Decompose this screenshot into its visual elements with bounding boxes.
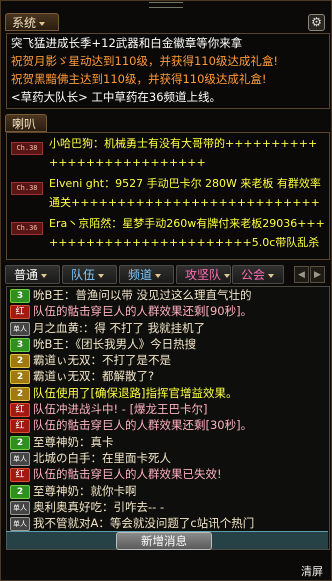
horn-message-panel: Ch.38 小哈巴狗：机械勇士有没有大哥带的+++++++++++++++++++… [6,132,330,260]
channel-badge: 单人 [10,451,30,466]
horn-message-text: Elveni ght：9527 手动巴卡尔 280W 来老板 有群效率通关+++… [49,177,321,209]
channel-badge: 红 [10,419,30,434]
horn-message: Ch.38 小哈巴狗：机械勇士有没有大哥带的+++++++++++++++++++… [7,133,329,173]
channel-badge: 红 [10,403,30,418]
channel-badge: 3 [10,289,30,303]
chat-line-text: 吮B王：《团长我男人》今日热搜 [33,336,197,351]
horn-tab[interactable]: 喇叭 [5,114,47,132]
channel-badge: Ch.36 [11,222,43,235]
chat-line: 单人 月之血黄:：得 不打了 我就挂机了 [7,320,329,336]
channel-badge: Ch.38 [11,142,43,155]
channel-badge: 单人 [10,500,30,515]
chat-line-text: 队伍使用了[确保退路]指挥官增益效果。 [33,385,238,400]
channel-badge: 2 [10,354,30,369]
new-message-button[interactable]: 新增消息 [116,532,212,550]
channel-tab[interactable]: 队伍 [62,265,117,284]
system-tab-label: 系统 [12,16,37,30]
chat-line: 3 吮B王：普渔问以带 没见过这么理直气壮的 [7,287,329,303]
chevron-down-icon [268,273,275,278]
channel-badge: 单人 [10,321,30,336]
chat-line: 3 吮B王：《团长我男人》今日热搜 [7,336,329,352]
drag-handle[interactable] [149,2,183,8]
chat-line: 单人 北城の白手：在里面卡死人 [7,450,329,466]
channel-tab-label: 频道 [128,268,153,282]
system-message-panel: 突飞猛进成长季+12武器和白金徽章等你来拿祝贺月影ゞ星动达到110级，并获得11… [6,33,330,109]
chat-window: 系统 ⚙ 突飞猛进成长季+12武器和白金徽章等你来拿祝贺月影ゞ星动达到110级，… [0,0,332,581]
channel-badge: 3 [10,337,30,352]
chevron-down-icon [98,273,105,278]
chat-line: 红队伍冲进战斗中! - [爆龙王巴卡尔] [7,401,329,418]
system-message-line: <草药大队长> 工中草药在36频道上线。 [11,90,222,104]
chat-line-text: 吮B王：普渔问以带 没见过这么理直气壮的 [33,288,252,302]
chat-line-text: 我不管就对A：等会就没问题了c站讯个热门 [33,516,255,531]
channel-badge: 2 [10,370,30,385]
gear-icon[interactable]: ⚙ [308,14,325,31]
chat-line: 单人 奥利奥真好吃：引咋去-- - [7,499,329,515]
horn-message-text: 小哈巴狗：机械勇士有没有大哥带的++++++++++++++++++++++++… [49,137,318,169]
chat-line: 单人 我不管就对A：等会就没问题了c站讯个热门 [7,515,329,532]
channel-badge: Ch.38 [11,182,43,195]
channel-badge: 2 [10,435,30,450]
channel-badge: 单人 [10,517,30,532]
chat-line-text: 至尊神奶：就你卡啊 [33,483,137,498]
chat-line: 2 至尊神奶：真卡 [7,434,329,450]
system-tab[interactable]: 系统 [5,13,59,31]
horn-message: Ch.36 Era丶京陌然：星梦手动260w有牌付来老板29036++++++++… [7,213,329,253]
system-message-line: 突飞猛进成长季+12武器和白金徽章等你来拿 [11,36,243,50]
chat-line: 红队伍的骷击穿巨人的人群效果还剩[30秒]。 [7,417,329,434]
chat-line-text: 队伍冲进战斗中! - [爆龙王巴卡尔] [33,402,208,417]
chat-line-text: 月之血黄:：得 不打了 我就挂机了 [33,320,206,335]
system-message-line: 祝贺黑黯佛主达到110级，并获得110级达成礼盒! [11,72,267,86]
horn-tab-label: 喇叭 [12,117,37,131]
channel-tab[interactable]: 普通 [5,265,60,284]
clear-screen-button[interactable]: 清屏 [301,563,323,579]
channel-badge: 红 [10,468,30,483]
chevron-down-icon [41,273,48,278]
chat-line-text: 霸道ぃ无双：都解散了? [33,369,155,384]
chat-line-text: 队伍的骷击穿巨人的人群效果已失效! [33,467,222,482]
arrow-left-icon[interactable]: ◀ [294,266,309,283]
chat-line: 2 霸道ぃ无双：都解散了? [7,368,329,385]
channel-tab[interactable]: 攻坚队 [176,265,231,284]
chat-line-text: 北城の白手：在里面卡死人 [33,450,171,465]
chat-line: 2 至尊神奶：就你卡啊 [7,483,329,499]
arrow-right-icon[interactable]: ▶ [310,266,325,283]
channel-badge: 红 [10,305,30,320]
chat-line: 红队伍的骷击穿巨人的人群效果已失效! [7,466,329,483]
chat-line-text: 奥利奥真好吃：引咋去-- - [33,499,165,514]
system-message-line: 祝贺月影ゞ星动达到110级，并获得110级达成礼盒! [11,54,279,68]
horn-message-text: Era丶京陌然：星梦手动260w有牌付来老板29036+++++++++++++… [49,217,325,249]
chat-line: 红队伍的骷击穿巨人的人群效果还剩[90秒]。 [7,303,329,320]
chat-message-panel: 3 吮B王：普渔问以带 没见过这么理直气壮的红队伍的骷击穿巨人的人群效果还剩[90… [6,286,330,550]
chat-line-text: 队伍的骷击穿巨人的人群效果还剩[30秒]。 [33,418,253,433]
chevron-down-icon [155,273,162,278]
channel-tab-label: 公会 [241,268,266,282]
chevron-down-icon [39,21,46,26]
channel-tab-label: 普通 [14,268,39,282]
channel-tab-label: 攻坚队 [185,268,222,282]
chat-line: 2 霸道ぃ无双：不打了是不是 [7,352,329,369]
channel-badge: 2 [10,386,30,401]
channel-tabs: ◀ ▶ 普通 队伍 频道 攻坚队 公会 [5,265,329,285]
horn-message: Ch.38 Elveni ght：9527 手动巴卡尔 280W 来老板 有群效率… [7,173,329,213]
chevron-down-icon [224,273,231,278]
chat-line: 2 队伍使用了[确保退路]指挥官增益效果。 [7,385,329,401]
chat-line-text: 霸道ぃ无双：不打了是不是 [33,353,171,368]
chat-line-text: 队伍的骷击穿巨人的人群效果还剩[90秒]。 [33,304,253,319]
channel-badge: 2 [10,484,30,499]
channel-tab[interactable]: 频道 [119,265,174,284]
channel-tab-label: 队伍 [71,268,96,282]
chat-line-text: 至尊神奶：真卡 [33,434,114,449]
channel-tab[interactable]: 公会 [232,265,284,284]
